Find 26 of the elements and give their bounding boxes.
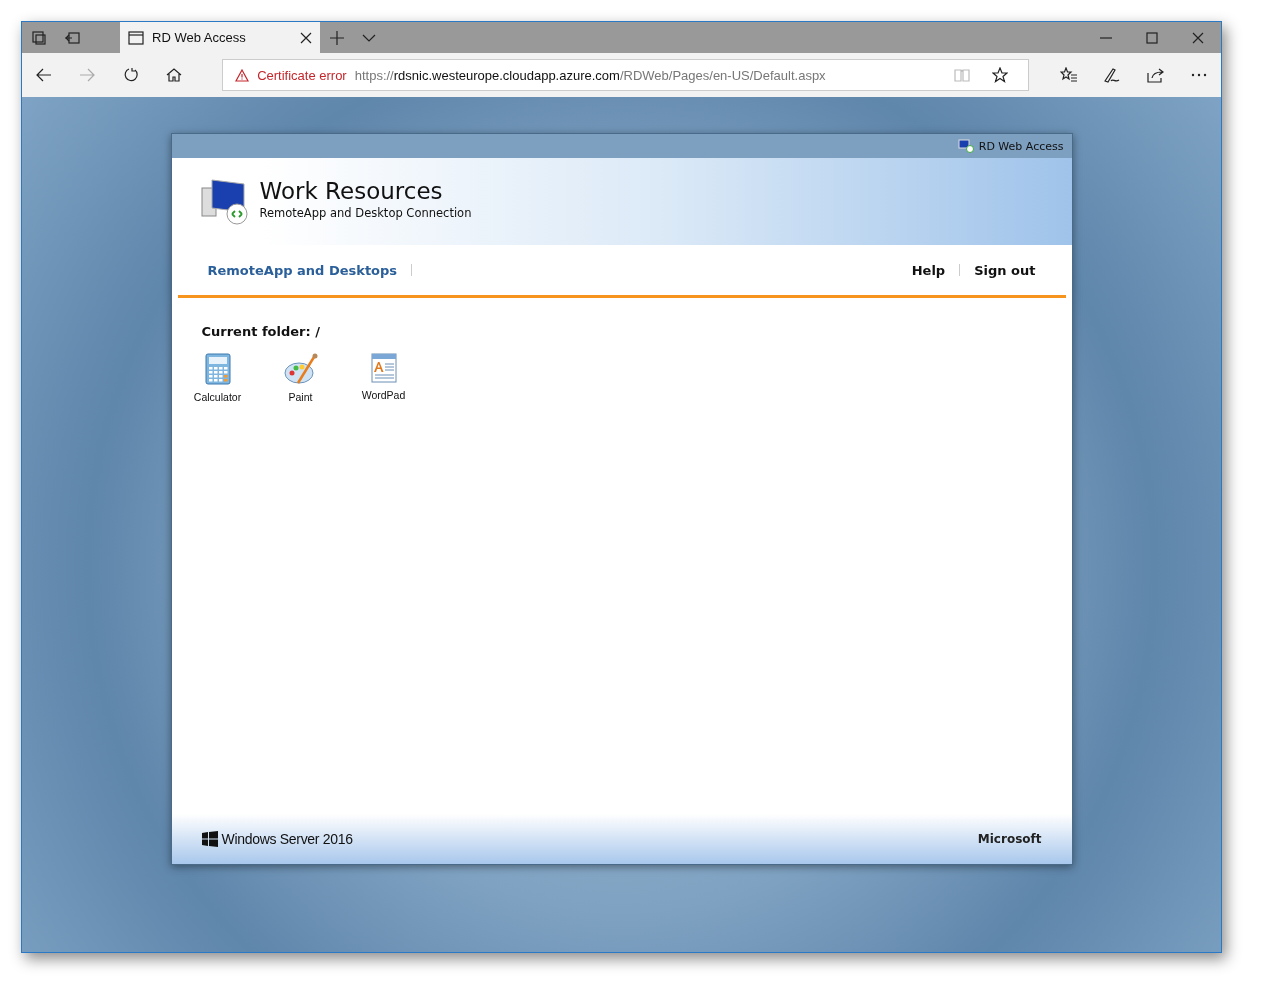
- document-icon: [370, 353, 397, 383]
- current-folder-label: Current folder: /: [201, 324, 321, 339]
- app-shortcut[interactable]: Calculator: [183, 353, 252, 403]
- nav-link[interactable]: RemoteApp and Desktops: [207, 262, 398, 278]
- product-name: Windows Server 2016: [221, 831, 353, 847]
- browser-tab[interactable]: RD Web Access: [120, 22, 320, 53]
- remote-desktop-icon: [957, 139, 974, 153]
- warning-icon: [235, 68, 250, 82]
- remote-desktop-icon: [199, 178, 250, 226]
- top-bar-title: RD Web Access: [978, 139, 1064, 153]
- app-shortcut[interactable]: WordPad: [349, 353, 418, 403]
- brand-name: Microsoft: [977, 832, 1042, 846]
- url-text: https://rdsnic.westeurope.cloudapp.azure.com/RDWeb/Pages/en-US/Default.aspx: [354, 67, 827, 83]
- tab-title: RD Web Access: [152, 30, 247, 45]
- address-bar[interactable]: Certificate error https://rdsnic.westeurope.cloudapp.azure.com/RDWeb/Pages/en-US/Default.aspx: [222, 59, 1029, 91]
- nav-link[interactable]: Sign out: [974, 262, 1036, 278]
- nav-link[interactable]: Help: [911, 262, 946, 278]
- windows-logo-icon: [201, 831, 218, 847]
- page-title: Work Resources: [259, 178, 444, 204]
- page-icon: [128, 30, 144, 45]
- app-shortcut[interactable]: Paint: [266, 353, 335, 403]
- page-subtitle: RemoteApp and Desktop Connection: [259, 206, 472, 220]
- calculator-icon: [204, 353, 231, 385]
- certificate-error-label: Certificate error: [257, 67, 347, 83]
- paint-palette-icon: [283, 353, 318, 385]
- close-icon[interactable]: [300, 31, 312, 44]
